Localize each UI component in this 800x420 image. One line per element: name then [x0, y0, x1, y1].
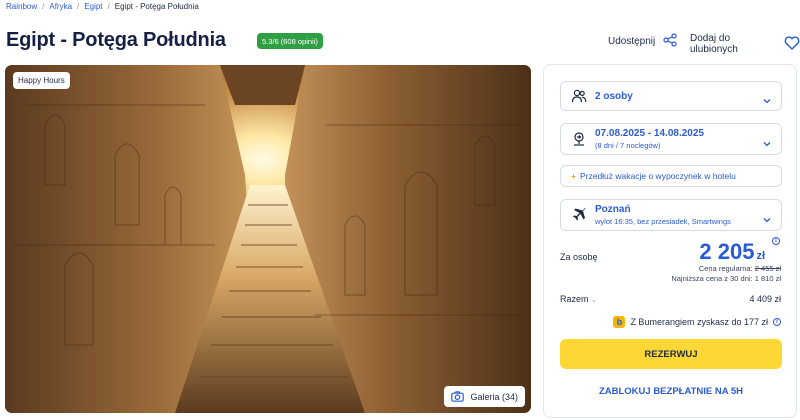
bumerang-info: b Z Bumerangiem zyskasz do 177 zł i: [613, 316, 781, 328]
breadcrumb-link-rainbow[interactable]: Rainbow: [6, 2, 37, 11]
page-title: Egipt - Potęga Południa: [6, 29, 226, 51]
breadcrumb: Rainbow / Afryka / Egipt / Egipt - Potęg…: [6, 2, 199, 11]
share-icon: [663, 33, 677, 50]
plus-icon: +: [571, 171, 576, 181]
chevron-down-icon: [763, 135, 771, 153]
breadcrumb-separator: /: [42, 2, 45, 11]
temple-corridor-photo: [5, 65, 531, 413]
breadcrumb-link-egipt[interactable]: Egipt: [84, 2, 102, 11]
favorite-label: Dodaj do ulubionych: [690, 33, 738, 55]
booking-panel: 2 osoby 07.08.2025 - 14.08.2025 (8 dni /…: [543, 64, 797, 418]
breadcrumb-separator: /: [77, 2, 80, 11]
gallery-button[interactable]: Galeria (34): [444, 386, 525, 407]
dates-select[interactable]: 07.08.2025 - 14.08.2025 (8 dni / 7 nocle…: [560, 123, 782, 155]
airplane-location-icon: [571, 131, 587, 147]
regular-price: Cena regularna: 2 455 zł: [699, 264, 781, 273]
block-free-5h-button[interactable]: ZABLOKUJ BEZPŁATNIE NA 5H: [560, 380, 782, 402]
persons-select[interactable]: 2 osoby: [560, 81, 782, 111]
departure-city: Poznań: [595, 204, 631, 215]
bumerang-text: Z Bumerangiem zyskasz do 177 zł: [630, 317, 768, 327]
price-per-person: 2 205 zł: [699, 239, 765, 265]
regular-price-value: 2 455 zł: [754, 264, 781, 273]
share-label: Udostępnij: [608, 36, 656, 47]
extend-stay-label: Przedłuż wakacje o wypoczynek w hotelu: [579, 171, 736, 181]
extend-stay-button[interactable]: + Przedłuż wakacje o wypoczynek w hotelu: [560, 165, 782, 187]
bumerang-info-icon[interactable]: i: [773, 318, 781, 326]
camera-icon: [451, 391, 465, 402]
per-person-label: Za osobę: [560, 252, 598, 262]
chevron-down-icon: [763, 211, 771, 229]
bumerang-logo-icon: b: [613, 316, 626, 328]
reserve-button[interactable]: REZERWUJ: [560, 339, 782, 369]
airplane-icon: [571, 207, 587, 223]
price-value: 2 205: [699, 239, 755, 264]
chevron-down-icon: ⌄: [591, 297, 597, 304]
hero-image[interactable]: Happy Hours Galeria (34): [5, 65, 531, 413]
price-info-icon[interactable]: i: [772, 237, 780, 245]
rating-badge[interactable]: 5.3/6 (608 opinii): [257, 33, 323, 49]
total-toggle[interactable]: Razem ⌄: [560, 294, 597, 304]
breadcrumb-separator: /: [107, 2, 110, 11]
dates-value: 07.08.2025 - 14.08.2025: [595, 128, 704, 139]
persons-value: 2 osoby: [595, 90, 633, 102]
price-currency: zł: [756, 250, 765, 262]
departure-details: wylot 16:35, bez przesiadek, Smartwings: [595, 217, 731, 226]
add-to-favorites-button[interactable]: Dodaj do ulubionych: [690, 33, 800, 55]
regular-price-label: Cena regularna:: [698, 264, 753, 273]
total-price: 4 409 zł: [749, 294, 781, 304]
heart-icon: [784, 35, 800, 53]
chevron-down-icon: [763, 92, 771, 110]
breadcrumb-current: Egipt - Potęga Południa: [114, 2, 199, 11]
breadcrumb-link-afryka[interactable]: Afryka: [49, 2, 72, 11]
departure-select[interactable]: Poznań wylot 16:35, bez przesiadek, Smar…: [560, 199, 782, 231]
happy-hours-tag: Happy Hours: [13, 72, 70, 89]
persons-icon: [571, 88, 587, 104]
share-button[interactable]: Udostępnij: [608, 33, 677, 50]
lowest-price-30-days: Najniższa cena z 30 dni: 1 810 zł: [671, 274, 781, 283]
total-label: Razem: [560, 294, 589, 304]
gallery-label: Galeria (34): [470, 391, 518, 402]
dates-duration: (8 dni / 7 noclegów): [595, 141, 661, 150]
